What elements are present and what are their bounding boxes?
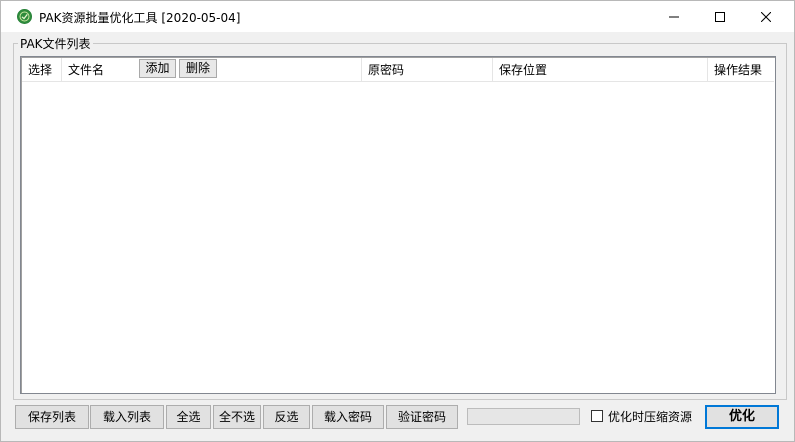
column-header-filename-label: 文件名 [68,63,105,77]
title-bar[interactable]: PAK资源批量优化工具 [2020-05-04] [1,1,794,32]
select-all-button[interactable]: 全选 [166,405,211,429]
delete-file-button[interactable]: 删除 [179,59,217,78]
main-window: PAK资源批量优化工具 [2020-05-04] PAK文件列表 选择 文件名 [0,0,795,442]
save-list-button[interactable]: 保存列表 [15,405,89,429]
list-header: 选择 文件名 添加 删除 原密码 保存位置 操作结果 [22,58,774,82]
window-title: PAK资源批量优化工具 [2020-05-04] [39,11,241,25]
column-header-original-password[interactable]: 原密码 [362,58,493,81]
load-list-button[interactable]: 载入列表 [90,405,164,429]
minimize-icon [669,16,679,17]
maximize-button[interactable] [697,1,743,32]
progress-bar [467,408,580,425]
column-header-select[interactable]: 选择 [22,58,62,81]
close-icon [761,11,771,22]
select-none-button[interactable]: 全不选 [213,405,261,429]
app-logo-icon [17,9,32,24]
groupbox-label: PAK文件列表 [18,35,93,52]
minimize-button[interactable] [651,1,697,32]
compress-resources-label[interactable]: 优化时压缩资源 [608,408,692,425]
pak-file-list[interactable]: 选择 文件名 添加 删除 原密码 保存位置 操作结果 [20,56,776,394]
invert-selection-button[interactable]: 反选 [263,405,310,429]
verify-password-button[interactable]: 验证密码 [386,405,458,429]
column-header-save-location[interactable]: 保存位置 [493,58,708,81]
column-header-result[interactable]: 操作结果 [708,58,774,81]
maximize-icon [715,11,725,22]
add-file-button[interactable]: 添加 [139,59,176,78]
compress-resources-checkbox[interactable] [591,410,603,422]
load-password-button[interactable]: 载入密码 [312,405,384,429]
close-button[interactable] [743,1,789,32]
optimize-button[interactable]: 优化 [705,405,779,429]
